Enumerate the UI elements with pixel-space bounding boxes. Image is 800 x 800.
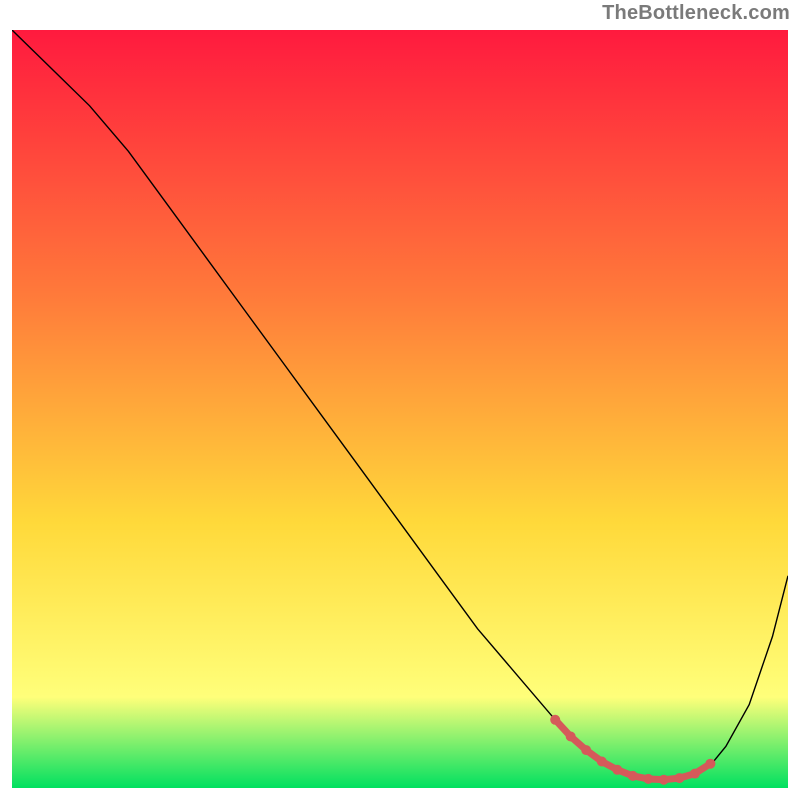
bottleneck-chart [12, 30, 788, 788]
highlight-dot [628, 771, 638, 781]
highlight-dot [690, 769, 700, 779]
highlight-dot [566, 732, 576, 742]
highlight-dot [597, 757, 607, 767]
highlight-dot [612, 765, 622, 775]
highlight-dot [705, 759, 715, 769]
highlight-dot [550, 715, 560, 725]
highlight-dot [659, 775, 669, 785]
attribution-text: TheBottleneck.com [602, 2, 790, 25]
chart-plot-area [12, 30, 788, 788]
highlight-dot [674, 773, 684, 783]
highlight-dot [581, 745, 591, 755]
highlight-dot [643, 774, 653, 784]
gradient-background [12, 30, 788, 788]
